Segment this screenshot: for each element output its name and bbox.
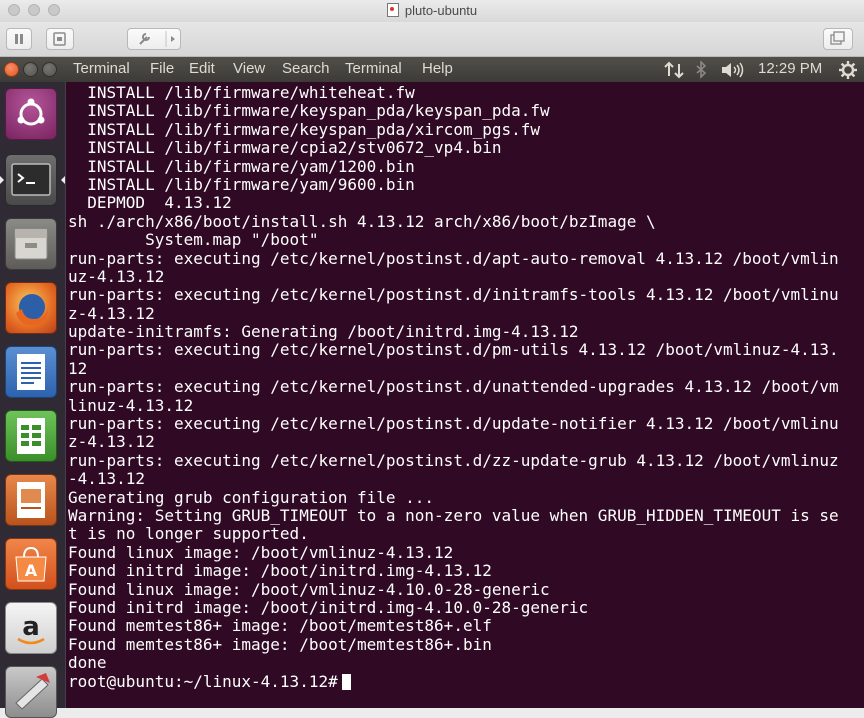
terminal-line: Warning: Setting GRUB_TIMEOUT to a non-z…	[68, 505, 839, 525]
svg-text:a: a	[22, 612, 40, 642]
menu-help[interactable]: Help	[422, 60, 453, 77]
vm-toolbar	[0, 22, 864, 57]
files-launcher-icon[interactable]	[5, 218, 57, 270]
fullscreen-icon	[830, 31, 845, 45]
terminal-line: INSTALL /lib/firmware/keyspan_pda/keyspa…	[68, 101, 550, 121]
menu-view[interactable]: View	[233, 60, 265, 77]
unity-launcher: A a	[0, 82, 66, 718]
terminal-line: Found memtest86+ image: /boot/memtest86+…	[68, 634, 492, 654]
menu-edit[interactable]: Edit	[189, 60, 215, 77]
libreoffice-impress-icon[interactable]	[5, 474, 57, 526]
terminal-line: Generating grub configuration file ...	[68, 487, 435, 507]
bluetooth-icon[interactable]	[694, 61, 708, 79]
terminal-line: run-parts: executing /etc/kernel/postins…	[68, 450, 839, 470]
terminal-line: uz-4.13.12	[68, 266, 165, 286]
firefox-launcher-icon[interactable]	[5, 282, 57, 334]
terminal-line: t is no longer supported.	[68, 524, 309, 544]
wrench-icon	[139, 31, 175, 47]
menu-file[interactable]: File	[150, 60, 174, 77]
software-center-icon[interactable]: A	[5, 538, 57, 590]
terminal-line: run-parts: executing /etc/kernel/postins…	[68, 377, 839, 397]
terminal-minimize-button[interactable]	[23, 62, 38, 77]
svg-text:A: A	[25, 561, 38, 580]
fullscreen-button[interactable]	[823, 28, 853, 50]
terminal-line: run-parts: executing /etc/kernel/postins…	[68, 414, 839, 434]
terminal-line: -4.13.12	[68, 469, 146, 489]
vm-window-titlebar: pluto-ubuntu	[0, 0, 864, 23]
snapshot-button[interactable]	[46, 28, 74, 50]
terminal-window[interactable]: INSTALL /lib/firmware/whiteheat.fw INSTA…	[66, 82, 864, 708]
terminal-line: INSTALL /lib/firmware/keyspan_pda/xircom…	[68, 119, 541, 139]
ubuntu-dash-icon[interactable]	[5, 88, 57, 140]
terminal-line: update-initramfs: Generating /boot/initr…	[68, 322, 579, 342]
volume-icon[interactable]	[720, 61, 746, 79]
terminal-close-button[interactable]	[4, 62, 19, 77]
terminal-line: sh ./arch/x86/boot/install.sh 4.13.12 ar…	[68, 211, 656, 231]
active-indicator	[61, 176, 65, 184]
terminal-line: done	[68, 653, 107, 673]
terminal-line: INSTALL /lib/firmware/yam/1200.bin	[68, 156, 415, 176]
vm-window-title-wrap: pluto-ubuntu	[0, 3, 864, 18]
vm-document-icon	[386, 3, 399, 17]
panel-clock[interactable]: 12:29 PM	[758, 60, 822, 77]
terminal-line: DEPMOD 4.13.12	[68, 193, 232, 213]
vm-window-title: pluto-ubuntu	[404, 3, 478, 18]
terminal-output: INSTALL /lib/firmware/whiteheat.fw INSTA…	[66, 82, 864, 691]
terminal-line: z-4.13.12	[68, 303, 155, 323]
libreoffice-calc-icon[interactable]	[5, 410, 57, 462]
terminal-line: run-parts: executing /etc/kernel/postins…	[68, 248, 839, 268]
terminal-line: run-parts: executing /etc/kernel/postins…	[68, 340, 839, 360]
ubuntu-top-panel: Terminal File Edit View Search Terminal …	[0, 57, 864, 82]
terminal-cursor	[341, 673, 351, 690]
terminal-line: run-parts: executing /etc/kernel/postins…	[68, 285, 839, 305]
terminal-line: Found linux image: /boot/vmlinuz-4.13.12	[68, 542, 454, 562]
terminal-line: Found memtest86+ image: /boot/memtest86+…	[68, 616, 492, 636]
terminal-line: Found initrd image: /boot/initrd.img-4.1…	[68, 597, 589, 617]
running-indicator	[0, 176, 4, 184]
terminal-maximize-button[interactable]	[42, 62, 57, 77]
terminal-line: INSTALL /lib/firmware/yam/9600.bin	[68, 174, 415, 194]
terminal-line: linuz-4.13.12	[68, 395, 194, 415]
terminal-line: System.map "/boot"	[68, 230, 319, 250]
terminal-line: INSTALL /lib/firmware/whiteheat.fw	[68, 83, 415, 102]
system-settings-icon[interactable]	[5, 666, 57, 718]
terminal-line: Found linux image: /boot/vmlinuz-4.10.0-…	[68, 579, 550, 599]
settings-gear-icon[interactable]	[838, 60, 858, 80]
pause-vm-button[interactable]	[6, 28, 32, 50]
settings-dropdown-button[interactable]	[127, 28, 181, 50]
app-name-menu[interactable]: Terminal	[73, 60, 130, 77]
terminal-line: z-4.13.12	[68, 432, 155, 452]
terminal-prompt-line[interactable]: root@ubuntu:~/linux-4.13.12#	[68, 671, 864, 691]
terminal-prompt: root@ubuntu:~/linux-4.13.12#	[68, 671, 338, 691]
snapshot-icon	[53, 32, 66, 46]
terminal-line: Found initrd image: /boot/initrd.img-4.1…	[68, 561, 492, 581]
menu-terminal[interactable]: Terminal	[345, 60, 402, 77]
pause-icon	[15, 34, 23, 44]
menu-search[interactable]: Search	[282, 60, 330, 77]
terminal-launcher-icon[interactable]	[5, 154, 57, 206]
terminal-line: 12	[68, 358, 88, 378]
network-icon[interactable]	[664, 61, 686, 79]
terminal-line: INSTALL /lib/firmware/cpia2/stv0672_vp4.…	[68, 138, 502, 158]
libreoffice-writer-icon[interactable]	[5, 346, 57, 398]
amazon-icon[interactable]: a	[5, 602, 57, 654]
